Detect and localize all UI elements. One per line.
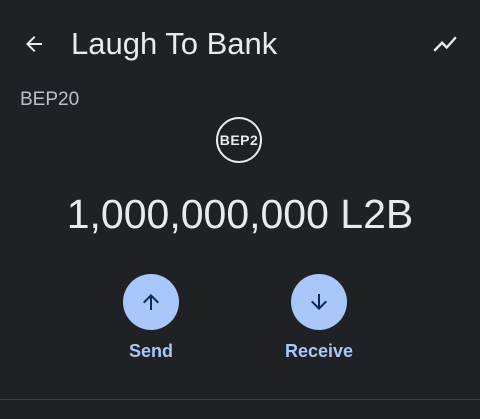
send-action[interactable]: Send — [101, 274, 201, 362]
receive-action[interactable]: Receive — [269, 274, 369, 362]
receive-button[interactable] — [291, 274, 347, 330]
trending-chart-icon — [433, 36, 457, 52]
send-label[interactable]: Send — [129, 340, 173, 362]
token-logo-text: BEP2 — [219, 132, 259, 148]
divider — [0, 399, 480, 400]
receive-label[interactable]: Receive — [285, 340, 353, 362]
send-button[interactable] — [123, 274, 179, 330]
back-button[interactable] — [14, 24, 54, 64]
arrow-left-icon — [26, 36, 42, 52]
token-balance: 1,000,000,000 L2B — [66, 191, 414, 237]
token-logo: BEP2 — [216, 117, 262, 163]
app-bar: Laugh To Bank — [0, 0, 480, 88]
network-label: BEP20 — [20, 89, 80, 110]
arrow-up-icon — [143, 294, 159, 310]
page-title: Laugh To Bank — [71, 26, 278, 61]
arrow-down-icon — [311, 294, 327, 310]
price-chart-button[interactable] — [424, 24, 466, 64]
